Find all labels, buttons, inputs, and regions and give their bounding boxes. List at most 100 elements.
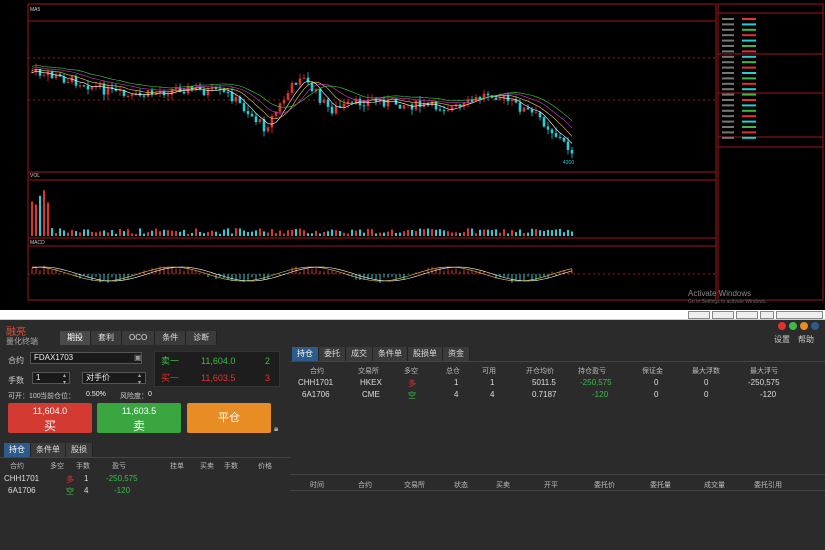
col-header-order-exchange: 交易所 (404, 482, 425, 489)
lock-icon[interactable]: ▣ (134, 353, 142, 362)
row-side: 多 (408, 379, 416, 388)
lock-icon[interactable]: 🔒︎ (274, 424, 278, 434)
volume-bar (183, 229, 185, 236)
candle-body (50, 71, 54, 79)
tab-funds[interactable]: 资金 (443, 347, 470, 361)
volume-bar (439, 229, 441, 236)
lots-label: 手数 (8, 376, 24, 385)
ask-row[interactable]: 卖一 11,604.0 2 (155, 353, 281, 369)
info-row-label (722, 55, 734, 58)
volume-bar (275, 233, 277, 236)
candle-body (554, 133, 558, 137)
tab-futures[interactable]: 期投 (60, 331, 91, 345)
brand-subtitle: 量化终端 (6, 337, 38, 346)
col-header-direction: 买卖 (200, 463, 214, 470)
info-row-label (722, 88, 734, 91)
red-dot-icon[interactable] (778, 322, 786, 330)
info-row-value (742, 120, 756, 123)
col-header-status: 状态 (454, 482, 468, 489)
info-row-label (722, 45, 734, 47)
volume-bar (95, 232, 97, 236)
quote-box: 卖一 11,604.0 2 买一 11,603.5 3 (154, 351, 280, 387)
col-header-direction: 买卖 (496, 482, 510, 489)
col-header-pending: 挂单 (170, 463, 184, 470)
divider (290, 490, 825, 491)
quote-info-panel (717, 3, 824, 301)
volume-bar (523, 232, 525, 236)
tab-positions[interactable]: 持仓 (292, 347, 319, 361)
tab-orders[interactable]: 委托 (319, 347, 346, 361)
ma-legend-label: MA5 (30, 7, 41, 13)
close-position-button[interactable]: 平仓 (187, 403, 271, 433)
volume-bar (107, 232, 109, 236)
info-row-label (722, 50, 734, 53)
candle-body (42, 75, 46, 77)
volume-bar (311, 233, 313, 236)
price-type-select[interactable]: 对手价 (82, 372, 146, 384)
candle-body (202, 89, 206, 96)
tab-left-stoploss[interactable]: 股损 (66, 443, 93, 457)
select-arrows-icon[interactable]: ▴ ▾ (138, 372, 141, 386)
row-max-float-loss: -120 (760, 390, 777, 399)
candle-body (538, 112, 542, 118)
tab-arbitrage[interactable]: 套利 (91, 331, 122, 345)
sell-button[interactable]: 11,603.5 卖 (97, 403, 181, 433)
tab-trades[interactable]: 成交 (346, 347, 373, 361)
volume-bar (343, 232, 345, 236)
window-title-strip (0, 310, 825, 320)
volume-bar (31, 201, 33, 236)
candle-body (142, 95, 146, 97)
strip-button[interactable] (760, 311, 774, 319)
volume-bar (483, 229, 485, 236)
candle-body (362, 105, 366, 107)
bid-row[interactable]: 买一 11,603.5 3 (155, 370, 281, 386)
strip-button[interactable] (712, 311, 734, 319)
volume-bars-group (31, 190, 573, 236)
volume-bar (415, 230, 417, 236)
candle-body (146, 90, 150, 97)
volume-bar (467, 228, 469, 236)
strip-button[interactable] (736, 311, 758, 319)
volume-bar (363, 232, 365, 236)
info-row-value (742, 131, 756, 134)
orange-dot-icon[interactable] (800, 322, 808, 330)
tab-stoploss-orders[interactable]: 股损单 (408, 347, 443, 361)
candle-body (302, 77, 306, 79)
tab-oco[interactable]: OCO (122, 331, 156, 345)
settings-button[interactable]: 设置 (774, 334, 790, 345)
info-row-value (742, 88, 756, 91)
tab-conditional-orders[interactable]: 条件单 (373, 347, 408, 361)
candle-body (550, 129, 554, 134)
macd-panel-frame (27, 237, 717, 301)
blue-dot-icon[interactable] (811, 322, 819, 330)
help-button[interactable]: 帮助 (798, 334, 814, 345)
buy-button[interactable]: 11,604.0 买 (8, 403, 92, 433)
contract-input[interactable]: FDAX1703 (30, 352, 142, 364)
tab-diagnose[interactable]: 诊断 (186, 331, 218, 345)
volume-bar (71, 229, 73, 236)
kline-chart-area[interactable]: VOL MACD MA5 4200 Activate Windows Go to… (0, 0, 825, 310)
volume-bar (171, 230, 173, 236)
tab-left-positions[interactable]: 持仓 (4, 443, 31, 457)
volume-bar (315, 230, 317, 236)
strip-button[interactable] (688, 311, 710, 319)
volume-bar (359, 229, 361, 236)
volume-bar (543, 230, 545, 236)
stepper-arrows-icon[interactable]: ▴ ▾ (63, 372, 66, 386)
contract-label: 合约 (8, 356, 24, 365)
green-dot-icon[interactable] (789, 322, 797, 330)
volume-bar (323, 232, 325, 236)
available-open-label: 可开：100 (8, 393, 41, 400)
risk-value: 0 (148, 391, 152, 398)
tab-condition[interactable]: 条件 (155, 331, 187, 345)
candle-body (62, 76, 66, 83)
row-side: 空 (408, 391, 416, 400)
volume-bar (79, 232, 81, 236)
volume-bar (411, 230, 413, 236)
candle-body (278, 103, 282, 112)
volume-bar (459, 232, 461, 236)
candles-group (30, 63, 574, 159)
volume-bar (347, 233, 349, 236)
volume-bar (335, 230, 337, 236)
tab-left-conditional[interactable]: 条件单 (31, 443, 66, 457)
